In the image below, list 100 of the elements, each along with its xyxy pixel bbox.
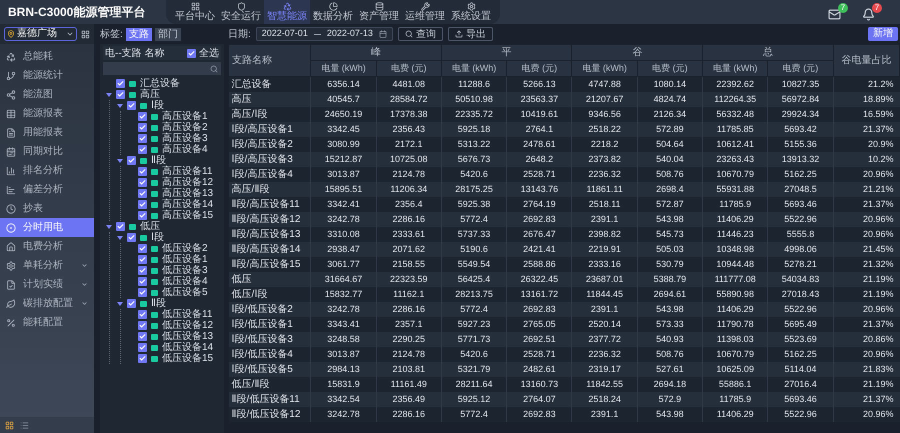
checkbox[interactable] — [187, 48, 196, 58]
checkbox[interactable] — [138, 200, 147, 209]
checkbox[interactable] — [127, 233, 136, 242]
tree-item[interactable]: 高压设备4 — [162, 144, 208, 155]
checkbox[interactable] — [116, 90, 125, 99]
tree-item[interactable]: Ⅱ段 — [151, 155, 166, 166]
caret-icon[interactable] — [117, 236, 123, 240]
checkbox[interactable] — [138, 310, 147, 319]
checkbox[interactable] — [138, 134, 147, 143]
checkbox[interactable] — [138, 343, 147, 352]
nav-tab[interactable]: 运维管理 — [402, 0, 448, 24]
column-header: 电费 (元) — [637, 60, 703, 76]
tree-item[interactable]: 高压设备2 — [162, 122, 208, 133]
filter-tab[interactable]: 支路 — [126, 28, 152, 40]
checkbox[interactable] — [138, 255, 147, 264]
nav-tab[interactable]: 数据分析 — [310, 0, 356, 24]
sidebar-item[interactable]: 能流图 — [0, 85, 94, 104]
column-group-header: 谷 — [572, 44, 703, 60]
sidebar-item[interactable]: 抄表 — [0, 199, 94, 218]
sidebar-item[interactable]: 能耗配置 — [0, 313, 94, 332]
tree-item[interactable]: 低压设备14 — [162, 342, 214, 353]
sidebar-item[interactable]: 电费分析 — [0, 237, 94, 256]
grid-icon[interactable] — [81, 30, 90, 38]
caret-icon[interactable] — [117, 104, 123, 108]
checkbox[interactable] — [138, 189, 147, 198]
checkbox[interactable] — [138, 332, 147, 341]
sidebar-item[interactable]: 碳排放配置 — [0, 294, 94, 313]
tree-item[interactable]: 低压设备12 — [162, 320, 214, 331]
checkbox[interactable] — [138, 321, 147, 330]
notification-button[interactable]: 7 — [862, 3, 882, 21]
tree-item[interactable]: 高压设备15 — [162, 210, 214, 221]
checkbox[interactable] — [138, 244, 147, 253]
sidebar-item[interactable]: 同期对比 — [0, 142, 94, 161]
tree-item[interactable]: 低压设备13 — [162, 331, 214, 342]
search-field[interactable] — [103, 62, 221, 75]
tree-item[interactable]: 高压设备12 — [162, 177, 214, 188]
checkbox[interactable] — [116, 79, 125, 88]
checkbox[interactable] — [116, 222, 125, 231]
checkbox[interactable] — [138, 112, 147, 121]
grid-icon[interactable] — [5, 420, 14, 430]
sidebar-item[interactable]: 能源统计 — [0, 66, 94, 85]
column-header: 电量 (kWh) — [572, 60, 638, 76]
sidebar-item[interactable]: 单耗分析 — [0, 256, 94, 275]
select-all-label: 全选 — [199, 46, 219, 60]
nav-tab[interactable]: 智慧能源 — [264, 0, 310, 24]
checkbox[interactable] — [138, 288, 147, 297]
tree-item[interactable]: Ⅰ段 — [151, 100, 164, 111]
caret-icon[interactable] — [117, 158, 123, 162]
tree-item[interactable]: 低压设备1 — [162, 254, 208, 265]
checkbox[interactable] — [138, 167, 147, 176]
checkbox[interactable] — [127, 101, 136, 110]
export-button[interactable]: 导出 — [448, 27, 493, 41]
tree-item[interactable]: 低压设备11 — [162, 309, 212, 320]
tree-item[interactable]: 高压设备3 — [162, 133, 208, 144]
checkbox[interactable] — [138, 354, 147, 363]
checkbox[interactable] — [127, 299, 136, 308]
search-button[interactable]: 查询 — [398, 27, 443, 41]
checkbox[interactable] — [138, 178, 147, 187]
checkbox[interactable] — [138, 123, 147, 132]
tree-item[interactable]: 高压设备14 — [162, 199, 214, 210]
checkbox[interactable] — [138, 266, 147, 275]
add-button[interactable]: 新增 — [868, 27, 898, 41]
tree-item[interactable]: 低压设备5 — [162, 287, 208, 298]
tree-item[interactable]: 高压设备1 — [162, 111, 208, 122]
tree-item[interactable]: 汇总设备 — [140, 78, 180, 89]
tree-item[interactable]: Ⅱ段 — [151, 298, 166, 309]
sidebar-item[interactable]: 总能耗 — [0, 47, 94, 66]
caret-icon[interactable] — [106, 224, 112, 228]
list-icon[interactable] — [20, 420, 29, 430]
nav-tab[interactable]: 安全运行 — [218, 0, 264, 24]
tree-item[interactable]: 低压 — [140, 221, 160, 232]
sidebar-item[interactable]: 偏差分析 — [0, 180, 94, 199]
caret-icon[interactable] — [117, 302, 123, 306]
checkbox[interactable] — [138, 211, 147, 220]
tree-item[interactable]: 高压设备13 — [162, 188, 214, 199]
caret-icon[interactable] — [106, 92, 112, 96]
sidebar-item[interactable]: 能源报表 — [0, 104, 94, 123]
tree-item[interactable]: 低压设备4 — [162, 276, 208, 287]
sidebar-item[interactable]: 用能报表 — [0, 123, 94, 142]
nav-tab[interactable]: 资产管理 — [356, 0, 402, 24]
tree-item[interactable]: 高压设备11 — [162, 166, 212, 177]
checkbox[interactable] — [127, 156, 136, 165]
location-select[interactable]: 嘉德广场 — [4, 27, 78, 41]
tree-item[interactable]: Ⅰ段 — [151, 232, 164, 243]
checkbox[interactable] — [138, 145, 147, 154]
tree-item[interactable]: 低压设备2 — [162, 243, 208, 254]
nav-tab[interactable]: 平台中心 — [172, 0, 218, 24]
date-range-field[interactable]: 2022-07-01 2022-07-13 — [256, 27, 393, 41]
tree-item[interactable]: 低压设备3 — [162, 265, 208, 276]
table-cell: 21.19% — [833, 377, 900, 392]
recycle-icon — [282, 2, 292, 11]
sidebar-item[interactable]: 分时用电 — [0, 218, 94, 237]
sidebar-item[interactable]: 排名分析 — [0, 161, 94, 180]
document-icon — [6, 128, 16, 138]
checkbox[interactable] — [138, 277, 147, 286]
sidebar-item[interactable]: 计划实绩 — [0, 275, 94, 294]
nav-tab[interactable]: 系统设置 — [448, 0, 494, 24]
tree-item[interactable]: 低压设备15 — [162, 353, 214, 364]
tree-item[interactable]: 高压 — [140, 89, 160, 100]
filter-tab[interactable]: 部门 — [154, 28, 181, 40]
